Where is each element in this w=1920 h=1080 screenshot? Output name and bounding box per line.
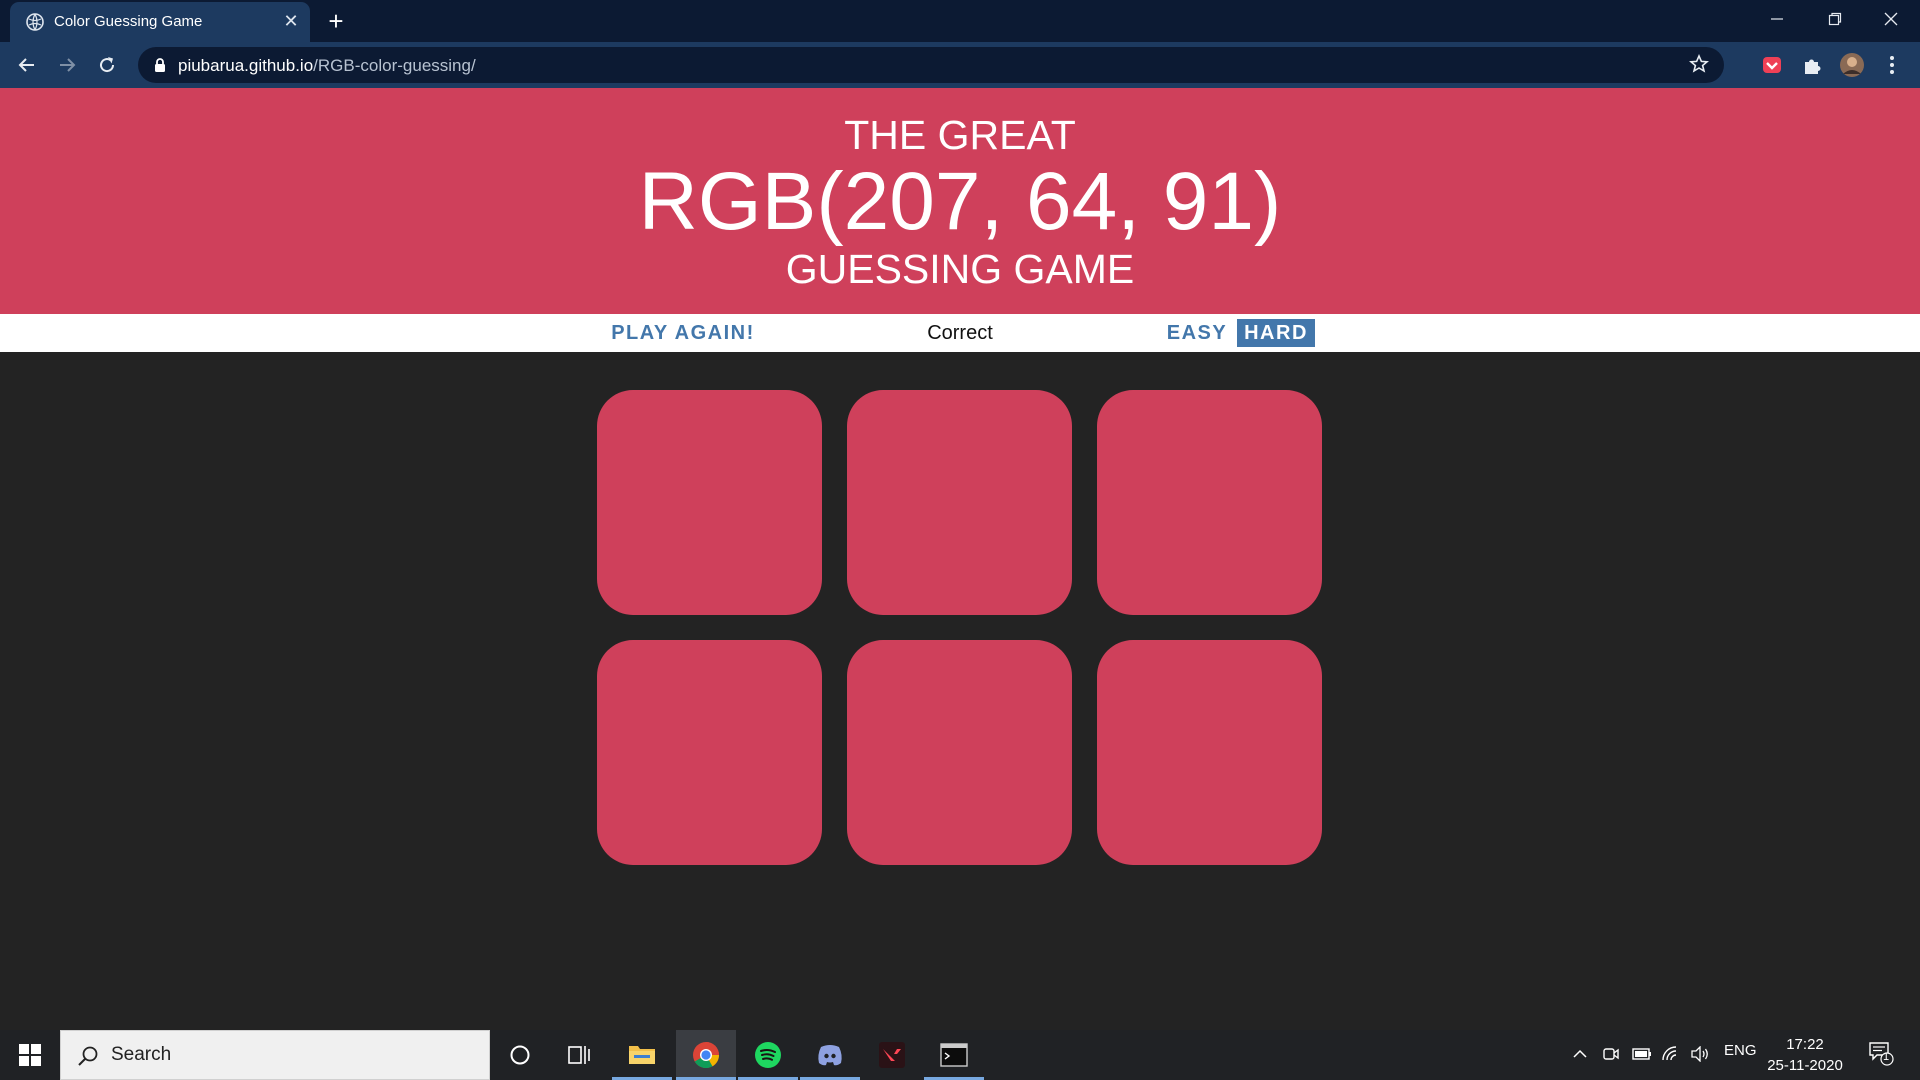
cortana-icon[interactable] [490,1030,550,1080]
search-icon [78,1046,98,1066]
close-icon [1884,12,1898,26]
color-square[interactable] [847,390,1072,615]
volume-icon[interactable] [1690,1042,1710,1066]
profile-avatar[interactable] [1838,51,1866,79]
globe-icon [26,13,44,31]
close-window-button[interactable] [1862,0,1920,38]
system-clock[interactable]: 17:22 25-11-2020 [1762,1034,1848,1076]
language-indicator[interactable]: ENG [1724,1042,1757,1059]
spotify-icon[interactable] [738,1030,798,1080]
header-title-top: THE GREAT [844,112,1076,158]
hard-mode-button[interactable]: HARD [1237,319,1315,347]
target-rgb-display: RGB(207, 64, 91) [638,156,1282,247]
bookmark-star-icon[interactable] [1688,54,1710,76]
tab-title: Color Guessing Game [54,13,203,30]
taskbar-search-box[interactable]: Search [60,1030,490,1080]
browser-tab[interactable]: Color Guessing Game ✕ [10,2,310,42]
play-again-button[interactable]: PLAY AGAIN! [605,319,761,347]
new-tab-button[interactable]: + [322,7,350,35]
forward-button[interactable] [52,50,82,80]
tab-close-icon[interactable]: ✕ [280,10,302,32]
notification-center-icon[interactable]: 1 [1868,1040,1894,1070]
color-square[interactable] [597,640,822,865]
pocket-extension-icon[interactable] [1758,51,1786,79]
notification-count-badge: 1 [1883,1051,1890,1063]
color-square[interactable] [1097,390,1322,615]
browser-menu-icon[interactable] [1878,51,1906,79]
result-message: Correct [927,322,993,344]
battery-icon[interactable] [1632,1042,1652,1065]
restore-button[interactable] [1806,0,1864,38]
search-placeholder: Search [111,1044,172,1065]
color-square[interactable] [597,390,822,615]
file-explorer-icon[interactable] [612,1030,672,1080]
tray-overflow-chevron-icon[interactable] [1572,1042,1588,1066]
color-square[interactable] [1097,640,1322,865]
url-host: piubarua.github.io [178,56,314,75]
valorant-icon[interactable] [862,1030,922,1080]
easy-mode-button[interactable]: EASY [1158,319,1236,347]
windows-logo-icon [19,1044,41,1066]
game-header: THE GREAT RGB(207, 64, 91) GUESSING GAME [0,88,1920,314]
control-stripe: PLAY AGAIN! Correct EASY HARD [0,314,1920,352]
restore-icon [1828,12,1842,26]
url-text: piubarua.github.io/RGB-color-guessing/ [178,56,476,76]
discord-icon[interactable] [800,1030,860,1080]
wifi-icon[interactable] [1662,1042,1680,1066]
reload-button[interactable] [92,50,122,80]
chrome-icon[interactable] [676,1030,736,1080]
url-path: /RGB-color-guessing/ [313,56,476,75]
extensions-puzzle-icon[interactable] [1798,51,1826,79]
arrow-right-icon [60,58,76,72]
start-button[interactable] [0,1030,60,1080]
task-view-icon[interactable] [550,1030,610,1080]
terminal-icon[interactable] [924,1030,984,1080]
meet-now-icon[interactable] [1602,1042,1620,1067]
browser-toolbar: piubarua.github.io/RGB-color-guessing/ [0,42,1920,88]
lock-icon [155,58,165,72]
clock-date: 25-11-2020 [1767,1057,1843,1074]
arrow-left-icon [18,58,34,72]
back-button[interactable] [12,50,42,80]
clock-time: 17:22 [1786,1036,1824,1053]
game-page: THE GREAT RGB(207, 64, 91) GUESSING GAME… [0,88,1920,1030]
color-squares-grid [597,390,1325,866]
address-bar[interactable]: piubarua.github.io/RGB-color-guessing/ [138,47,1724,83]
windows-taskbar: Search ENG 17:22 25-11-2020 1 [0,1030,1920,1080]
header-title-bottom: GUESSING GAME [785,246,1135,292]
browser-tab-bar: Color Guessing Game ✕ + [0,0,1920,42]
reload-icon [100,57,115,73]
minimize-icon [1771,18,1783,20]
minimize-button[interactable] [1748,0,1806,38]
color-square[interactable] [847,640,1072,865]
